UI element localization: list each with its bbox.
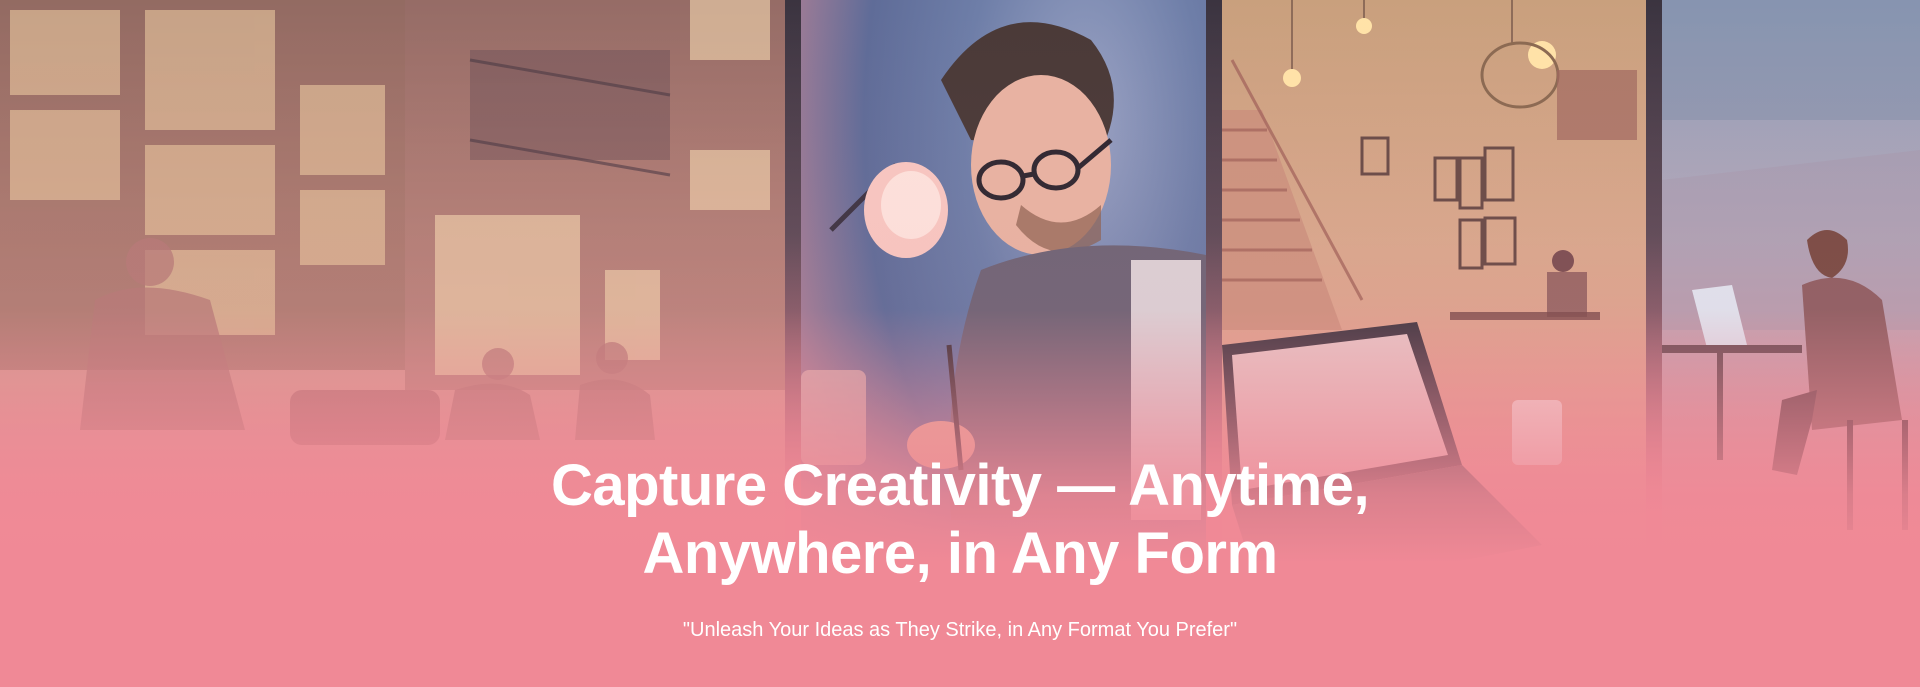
hero-headline: Capture Creativity — Anytime, Anywhere, … [0, 452, 1920, 588]
hero-banner: Capture Creativity — Anytime, Anywhere, … [0, 0, 1920, 687]
hero-headline-line-1: Capture Creativity — Anytime, [550, 453, 1370, 518]
panel-divider [1646, 0, 1662, 520]
panel-divider [1206, 0, 1222, 520]
panel-divider [785, 0, 801, 520]
hero-tagline: "Unleash Your Ideas as They Strike, in A… [682, 619, 1238, 641]
hero-headline-line-2: Anywhere, in Any Form [642, 521, 1278, 586]
